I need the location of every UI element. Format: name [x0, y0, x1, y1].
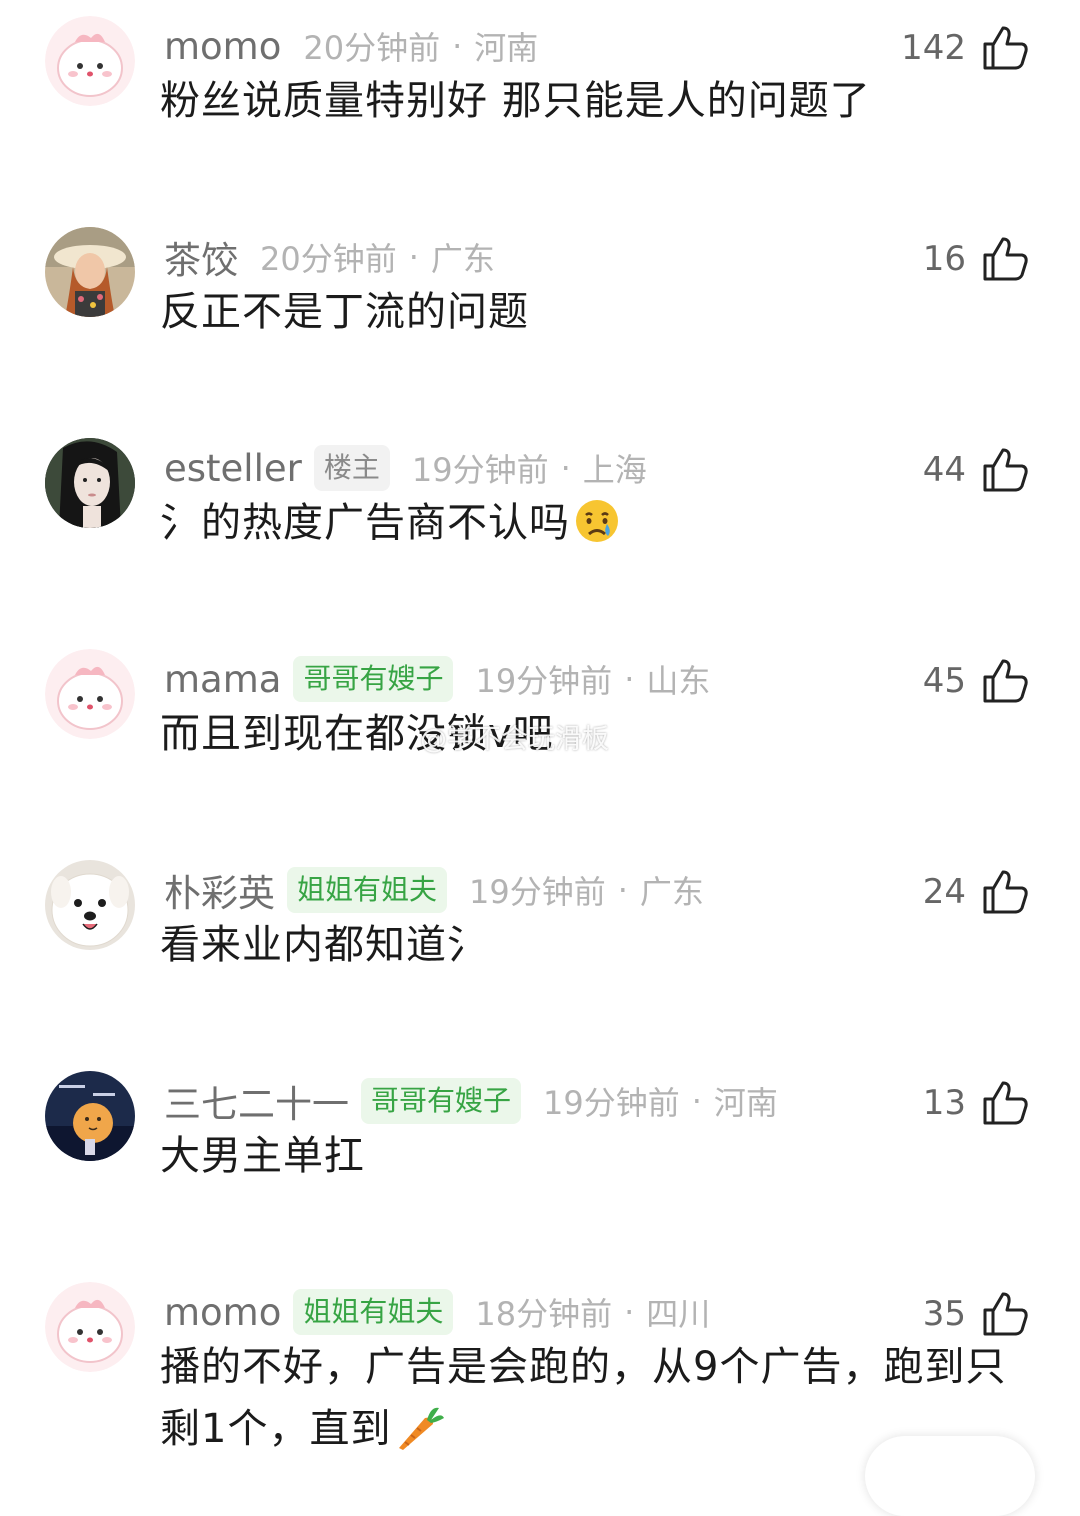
- timestamp: 19分钟前: [469, 873, 606, 911]
- like-count: 24: [922, 872, 966, 912]
- comment-meta: 三七二十一 哥哥有嫂子 19分钟前 · 河南: [164, 1075, 778, 1127]
- thumbs-up-icon[interactable]: [980, 867, 1030, 917]
- thumbs-up-icon[interactable]: [980, 23, 1030, 73]
- comment-meta: 茶饺 20分钟前 · 广东: [164, 231, 495, 283]
- like-count: 35: [922, 1294, 966, 1334]
- like-count: 13: [922, 1083, 966, 1123]
- like-button[interactable]: 44: [923, 442, 1030, 498]
- thumbs-up-icon[interactable]: [980, 445, 1030, 495]
- timestamp: 19分钟前: [543, 1084, 680, 1122]
- timestamp: 18分钟前: [475, 1295, 613, 1333]
- comment-meta: momo 20分钟前 · 河南: [164, 20, 538, 72]
- username[interactable]: esteller: [164, 447, 302, 490]
- username[interactable]: mama: [164, 658, 281, 701]
- like-button[interactable]: 13: [923, 1075, 1030, 1131]
- region: 广东: [430, 240, 495, 278]
- like-count: 45: [922, 661, 966, 701]
- carrot-emoji: [395, 1404, 445, 1450]
- comment-text-content: 氵的热度广告商不认吗: [160, 500, 570, 546]
- comment-text-content: 播的不好，广告是会跑的，从9个广告，跑到只剩1个，直到: [160, 1344, 1007, 1452]
- comment-meta: momo 姐姐有姐夫 18分钟前 · 四川: [164, 1286, 710, 1338]
- avatar[interactable]: [45, 860, 135, 950]
- avatar[interactable]: [45, 438, 135, 528]
- comment-text: 看来业内都知道氵: [160, 922, 488, 968]
- thumbs-up-icon[interactable]: [980, 1289, 1030, 1339]
- comment-item: 茶饺 20分钟前 · 广东 16 反正不是丁流的问题: [0, 211, 1080, 422]
- timestamp: 19分钟前: [475, 662, 613, 700]
- region: 上海: [582, 451, 647, 489]
- separator-dot: ·: [691, 1082, 702, 1120]
- avatar[interactable]: [45, 227, 135, 317]
- username[interactable]: momo: [164, 1291, 281, 1334]
- thumbs-up-icon[interactable]: [980, 656, 1030, 706]
- username[interactable]: 三七二十一: [164, 1074, 349, 1128]
- fan-badge: 姐姐有姐夫: [293, 1289, 454, 1335]
- fan-badge: 姐姐有姐夫: [287, 867, 448, 913]
- timestamp: 20分钟前: [303, 29, 441, 67]
- username[interactable]: 茶饺: [164, 230, 238, 284]
- like-count: 142: [901, 28, 966, 68]
- like-button[interactable]: 35: [923, 1286, 1030, 1342]
- like-count: 44: [922, 450, 966, 490]
- avatar[interactable]: [45, 16, 135, 106]
- like-button[interactable]: 142: [901, 20, 1030, 76]
- thumbs-up-icon[interactable]: [980, 234, 1030, 284]
- comment-text: 粉丝说质量特别好 那只能是人的问题了: [160, 78, 871, 124]
- separator-dot: ·: [408, 238, 419, 276]
- fan-badge: 哥哥有嫂子: [293, 656, 454, 702]
- region: 广东: [639, 873, 704, 911]
- comment-text: 氵的热度广告商不认吗: [160, 492, 1020, 554]
- watermark: @学不会玩滑板: [420, 724, 609, 755]
- owner-badge: 楼主: [313, 445, 390, 491]
- crying-face-emoji: [574, 498, 620, 544]
- timestamp: 19分钟前: [411, 451, 549, 489]
- username[interactable]: 朴彩英: [164, 863, 275, 917]
- region: 河南: [474, 29, 539, 67]
- like-button[interactable]: 24: [923, 864, 1030, 920]
- comment-meta: 朴彩英 姐姐有姐夫 19分钟前 · 广东: [164, 864, 704, 916]
- floating-action-pill[interactable]: [865, 1436, 1035, 1516]
- like-button[interactable]: 16: [923, 231, 1030, 287]
- avatar[interactable]: [45, 1282, 135, 1372]
- avatar[interactable]: [45, 1071, 135, 1161]
- comment-meta: mama 哥哥有嫂子 19分钟前 · 山东: [164, 653, 710, 705]
- like-count: 16: [922, 239, 966, 279]
- comment-item: esteller 楼主 19分钟前 · 上海 44 氵的热度广告商不认吗: [0, 422, 1080, 633]
- avatar[interactable]: [45, 649, 135, 739]
- separator-dot: ·: [624, 660, 635, 698]
- comment-item: 朴彩英 姐姐有姐夫 19分钟前 · 广东 24 看来业内都知道氵: [0, 844, 1080, 1055]
- comment-item: momo 20分钟前 · 河南 142 粉丝说质量特别好 那只能是人的问题了: [0, 0, 1080, 211]
- comment-text: 反正不是丁流的问题: [160, 289, 529, 335]
- separator-dot: ·: [617, 871, 628, 909]
- like-button[interactable]: 45: [923, 653, 1030, 709]
- fan-badge: 哥哥有嫂子: [361, 1078, 522, 1124]
- comment-meta: esteller 楼主 19分钟前 · 上海: [164, 442, 647, 494]
- separator-dot: ·: [624, 1293, 635, 1331]
- comment-text: 大男主单扛: [160, 1133, 365, 1179]
- separator-dot: ·: [452, 27, 463, 65]
- thumbs-up-icon[interactable]: [980, 1078, 1030, 1128]
- region: 河南: [713, 1084, 778, 1122]
- comment-item: 三七二十一 哥哥有嫂子 19分钟前 · 河南 13 大男主单扛: [0, 1055, 1080, 1266]
- username[interactable]: momo: [164, 25, 281, 68]
- timestamp: 20分钟前: [260, 240, 397, 278]
- region: 四川: [646, 1295, 711, 1333]
- region: 山东: [646, 662, 711, 700]
- separator-dot: ·: [560, 449, 571, 487]
